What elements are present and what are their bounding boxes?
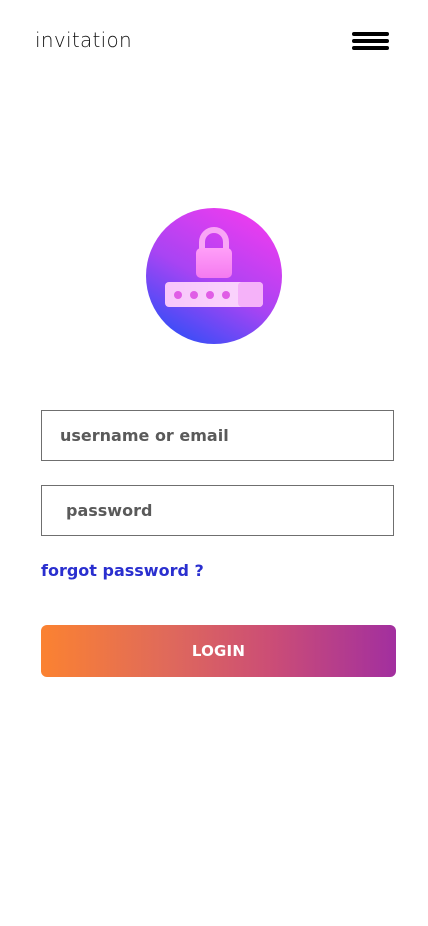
app-title: invitation	[35, 28, 133, 52]
login-button[interactable]: LOGIN	[41, 625, 396, 677]
password-input[interactable]	[42, 486, 393, 535]
forgot-password-link[interactable]: forgot password ?	[41, 561, 204, 580]
hamburger-menu-icon[interactable]	[352, 30, 390, 52]
username-field[interactable]	[41, 410, 394, 461]
menu-line	[352, 39, 389, 43]
password-lock-icon	[146, 208, 282, 344]
menu-line	[352, 46, 389, 50]
menu-line	[352, 32, 389, 36]
password-field[interactable]	[41, 485, 394, 536]
username-input[interactable]	[42, 411, 393, 460]
